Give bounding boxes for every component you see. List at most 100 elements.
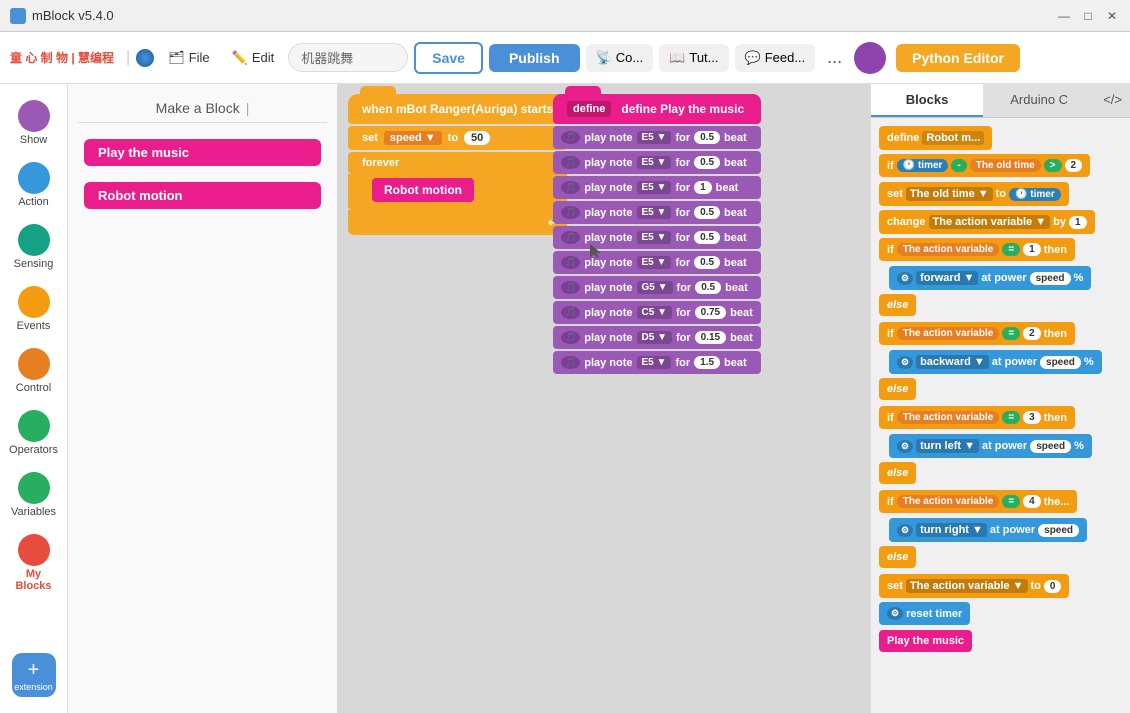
- right-tabs: Blocks Arduino C </>: [871, 84, 1130, 118]
- right-panel-block[interactable]: if The action variable = 2 then: [879, 322, 1075, 345]
- right-panel-block[interactable]: Play the music: [879, 630, 972, 652]
- category-sidebar: Show Action Sensing Events Control Opera…: [0, 84, 68, 713]
- feedback-button[interactable]: 💬 Feed...: [735, 44, 816, 72]
- control-circle: [18, 348, 50, 380]
- code-toggle[interactable]: </>: [1095, 84, 1130, 117]
- right-panel-block[interactable]: ⚙ turn left ▼ at power speed %: [889, 434, 1092, 458]
- extension-label: extension: [14, 682, 53, 692]
- plus-icon: +: [28, 659, 40, 682]
- play-note-block[interactable]: 🎵 play note G5 ▼ for 0.5 beat: [553, 276, 761, 299]
- user-avatar[interactable]: [854, 42, 886, 74]
- right-panel-block[interactable]: if 🕐 timer - The old time > 2: [879, 154, 1090, 177]
- right-panel-block[interactable]: ⚙ backward ▼ at power speed %: [889, 350, 1102, 374]
- right-panel-block[interactable]: if The action variable = 4 the...: [879, 490, 1077, 513]
- tutorial-button[interactable]: 📖 Tut...: [659, 44, 728, 72]
- close-button[interactable]: ✕: [1104, 8, 1120, 24]
- play-note-block[interactable]: 🎵 play note E5 ▼ for 0.5 beat: [553, 201, 761, 224]
- play-note-block[interactable]: 🎵 play note E5 ▼ for 1 beat: [553, 176, 761, 199]
- right-panel-block[interactable]: else: [879, 462, 916, 484]
- play-note-block[interactable]: 🎵 play note E5 ▼ for 0.5 beat: [553, 151, 761, 174]
- edit-icon: ✏️: [232, 50, 248, 66]
- sidebar-item-control[interactable]: Control: [4, 342, 64, 400]
- cursor-indicator: [590, 244, 602, 260]
- canvas-wrapper: when mBot Ranger(Auriga) starts set spee…: [338, 84, 870, 713]
- menu-bar: 童 心 制 物 | 慧编程 | 🗂 File ✏️ Edit 机器跳舞 Save…: [0, 32, 1130, 84]
- when-block[interactable]: when mBot Ranger(Auriga) starts set spee…: [348, 94, 567, 235]
- right-panel-block[interactable]: if The action variable = 1 then: [879, 238, 1075, 261]
- sidebar-item-operators[interactable]: Operators: [4, 404, 64, 462]
- sidebar-item-sensing[interactable]: Sensing: [4, 218, 64, 276]
- sidebar-item-label: Events: [17, 320, 51, 332]
- right-panel-block[interactable]: change The action variable ▼ by 1: [879, 210, 1095, 234]
- right-panel-block[interactable]: ⚙ forward ▼ at power speed %: [889, 266, 1091, 290]
- play-music-block[interactable]: Play the music: [84, 139, 321, 166]
- brand-logo: 童 心 制 物 | 慧编程: [10, 49, 114, 66]
- more-menu[interactable]: ...: [821, 43, 848, 72]
- publish-button[interactable]: Publish: [489, 44, 580, 72]
- right-panel-block[interactable]: else: [879, 546, 916, 568]
- sidebar-item-label: Sensing: [14, 258, 54, 270]
- sidebar-item-label: Show: [20, 134, 48, 146]
- window-controls: — □ ✕: [1056, 8, 1120, 24]
- right-panel-block[interactable]: define Robot m...: [879, 126, 992, 150]
- action-circle: [18, 162, 50, 194]
- play-note-block[interactable]: 🎵 play note E5 ▼ for 0.5 beat: [553, 251, 761, 274]
- robot-motion-call[interactable]: Robot motion: [372, 178, 474, 202]
- play-note-block[interactable]: 🎵 play note E5 ▼ for 0.5 beat: [553, 126, 761, 149]
- title-bar: mBlock v5.4.0 — □ ✕: [0, 0, 1130, 32]
- app-title: mBlock v5.4.0: [32, 8, 114, 23]
- book-icon: 📖: [669, 50, 685, 66]
- blocks-panel: Make a Block | Play the music Robot moti…: [68, 84, 338, 713]
- tab-blocks[interactable]: Blocks: [871, 84, 983, 117]
- play-note-block[interactable]: 🎵 play note D5 ▼ for 0.15 beat: [553, 326, 761, 349]
- right-panel-block[interactable]: if The action variable = 3 then: [879, 406, 1075, 429]
- language-icon[interactable]: [136, 49, 154, 67]
- right-panel-block[interactable]: ⚙ turn right ▼ at power speed: [889, 518, 1087, 542]
- minimize-button[interactable]: —: [1056, 8, 1072, 24]
- operators-circle: [18, 410, 50, 442]
- right-panel-block[interactable]: else: [879, 294, 916, 316]
- search-box[interactable]: 机器跳舞: [288, 43, 408, 72]
- file-icon: 🗂: [168, 50, 185, 66]
- save-button[interactable]: Save: [414, 42, 483, 74]
- events-circle: [18, 286, 50, 318]
- right-panel-block[interactable]: ⚙ reset timer: [879, 602, 970, 625]
- sidebar-item-my-blocks[interactable]: My Blocks: [4, 528, 64, 598]
- sidebar-item-events[interactable]: Events: [4, 280, 64, 338]
- right-panel: Blocks Arduino C </> define Robot m... if…: [870, 84, 1130, 713]
- make-block-header: Make a Block |: [78, 94, 327, 123]
- extension-button[interactable]: + extension: [12, 653, 56, 697]
- sidebar-item-label: Control: [16, 382, 51, 394]
- python-editor-button[interactable]: Python Editor: [896, 44, 1020, 72]
- sidebar-item-label: Operators: [9, 444, 58, 456]
- my-blocks-circle: [18, 534, 50, 566]
- right-panel-content: define Robot m... if 🕐 timer - The old ti…: [871, 118, 1130, 713]
- right-panel-block[interactable]: set The old time ▼ to 🕐 timer: [879, 182, 1069, 206]
- play-note-block[interactable]: 🎵 play note C5 ▼ for 0.75 beat: [553, 301, 761, 324]
- sidebar-item-variables[interactable]: Variables: [4, 466, 64, 524]
- sidebar-item-action[interactable]: Action: [4, 156, 64, 214]
- sensing-circle: [18, 224, 50, 256]
- connect-button[interactable]: 📡 Co...: [586, 44, 654, 72]
- connect-icon: 📡: [596, 50, 612, 66]
- right-panel-block[interactable]: else: [879, 378, 916, 400]
- sidebar-item-label: My Blocks: [8, 568, 60, 592]
- define-play-block[interactable]: define define Play the music 🎵 play note…: [553, 94, 761, 374]
- main-area: Show Action Sensing Events Control Opera…: [0, 84, 1130, 713]
- right-panel-block[interactable]: set The action variable ▼ to 0: [879, 574, 1069, 598]
- sidebar-item-label: Action: [18, 196, 49, 208]
- variables-circle: [18, 472, 50, 504]
- tab-arduino[interactable]: Arduino C: [983, 84, 1095, 117]
- app-logo: [10, 8, 26, 24]
- play-note-block[interactable]: 🎵 play note E5 ▼ for 0.5 beat: [553, 226, 761, 249]
- play-note-block[interactable]: 🎵 play note E5 ▼ for 1.5 beat: [553, 351, 761, 374]
- show-circle: [18, 100, 50, 132]
- feedback-icon: 💬: [745, 50, 761, 66]
- sidebar-item-show[interactable]: Show: [4, 94, 64, 152]
- robot-motion-block[interactable]: Robot motion: [84, 182, 321, 209]
- canvas-area[interactable]: when mBot Ranger(Auriga) starts set spee…: [338, 84, 870, 713]
- maximize-button[interactable]: □: [1080, 8, 1096, 24]
- file-menu[interactable]: 🗂 File: [160, 46, 217, 70]
- edit-menu[interactable]: ✏️ Edit: [224, 46, 283, 70]
- play-notes-group: 🎵 play note E5 ▼ for 0.5 beat 🎵 play not…: [553, 126, 761, 374]
